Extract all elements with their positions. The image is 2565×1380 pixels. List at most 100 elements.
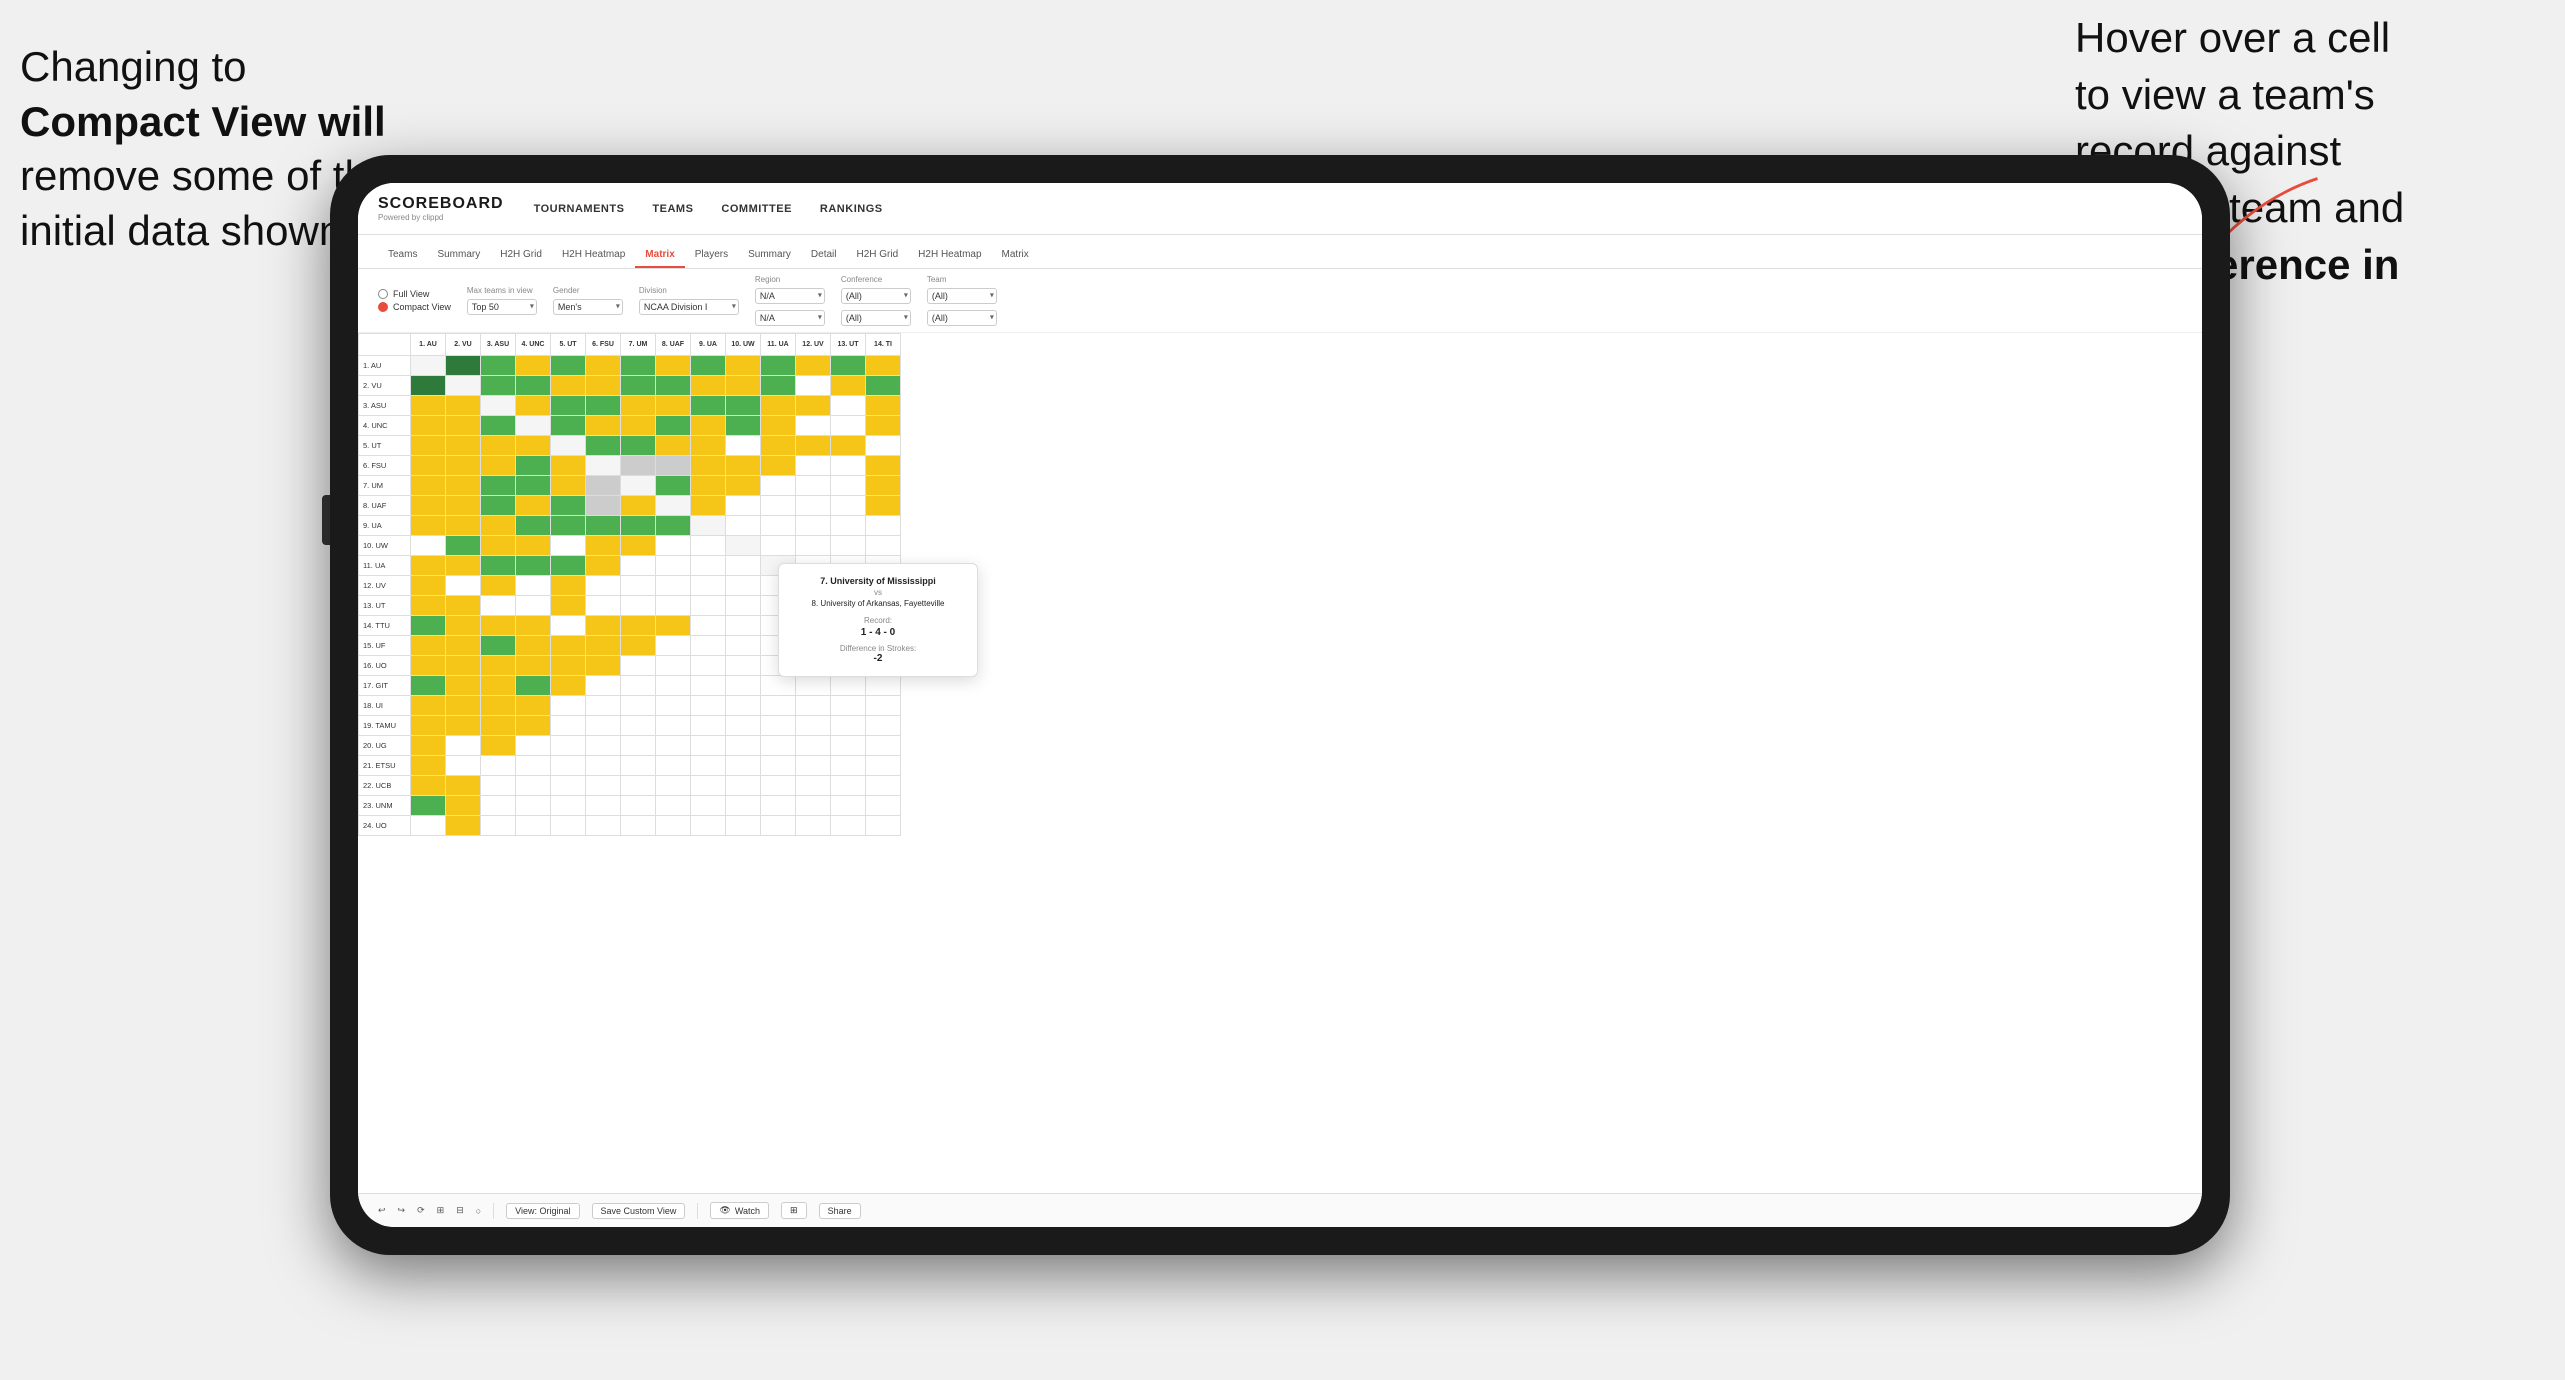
matrix-cell[interactable]: [446, 636, 481, 656]
matrix-cell[interactable]: [446, 816, 481, 836]
undo-button[interactable]: ↩: [378, 1205, 386, 1216]
matrix-cell[interactable]: [656, 796, 691, 816]
tab-h2h-heatmap-2[interactable]: H2H Heatmap: [908, 243, 991, 268]
max-teams-select[interactable]: Top 50: [467, 299, 537, 315]
matrix-cell[interactable]: [656, 436, 691, 456]
team-select-2[interactable]: (All): [927, 310, 997, 326]
matrix-cell[interactable]: [551, 396, 586, 416]
matrix-cell[interactable]: [446, 756, 481, 776]
matrix-cell[interactable]: [621, 556, 656, 576]
matrix-cell[interactable]: [551, 416, 586, 436]
matrix-cell[interactable]: [551, 616, 586, 636]
matrix-cell[interactable]: [586, 476, 621, 496]
matrix-cell[interactable]: [621, 736, 656, 756]
matrix-cell[interactable]: [691, 596, 726, 616]
tab-players[interactable]: Players: [685, 243, 738, 268]
matrix-cell[interactable]: [656, 356, 691, 376]
matrix-cell[interactable]: [411, 716, 446, 736]
matrix-cell[interactable]: [656, 616, 691, 636]
refresh-button[interactable]: ⟳: [417, 1205, 425, 1216]
matrix-cell[interactable]: [551, 716, 586, 736]
matrix-cell[interactable]: [586, 416, 621, 436]
matrix-cell[interactable]: [411, 516, 446, 536]
matrix-cell[interactable]: [411, 456, 446, 476]
matrix-cell[interactable]: [656, 716, 691, 736]
matrix-cell[interactable]: [726, 396, 761, 416]
matrix-cell[interactable]: [586, 656, 621, 676]
matrix-cell[interactable]: [656, 476, 691, 496]
matrix-cell[interactable]: [551, 496, 586, 516]
matrix-cell[interactable]: [866, 816, 901, 836]
matrix-cell[interactable]: [516, 716, 551, 736]
matrix-cell[interactable]: [761, 676, 796, 696]
matrix-cell[interactable]: [726, 536, 761, 556]
matrix-cell[interactable]: [866, 696, 901, 716]
matrix-cell[interactable]: [516, 656, 551, 676]
matrix-cell[interactable]: [866, 736, 901, 756]
matrix-cell[interactable]: [551, 436, 586, 456]
matrix-cell[interactable]: [446, 796, 481, 816]
matrix-cell[interactable]: [761, 536, 796, 556]
matrix-cell[interactable]: [656, 416, 691, 436]
matrix-cell[interactable]: [481, 356, 516, 376]
matrix-cell[interactable]: [481, 396, 516, 416]
matrix-cell[interactable]: [411, 476, 446, 496]
matrix-cell[interactable]: [551, 536, 586, 556]
matrix-cell[interactable]: [586, 576, 621, 596]
matrix-cell[interactable]: [446, 356, 481, 376]
matrix-cell[interactable]: [516, 416, 551, 436]
matrix-cell[interactable]: [411, 796, 446, 816]
matrix-cell[interactable]: [831, 716, 866, 736]
matrix-cell[interactable]: [866, 476, 901, 496]
matrix-cell[interactable]: [866, 516, 901, 536]
matrix-cell[interactable]: [411, 696, 446, 716]
matrix-cell[interactable]: [656, 376, 691, 396]
matrix-cell[interactable]: [866, 376, 901, 396]
matrix-cell[interactable]: [481, 596, 516, 616]
matrix-cell[interactable]: [481, 676, 516, 696]
matrix-cell[interactable]: [586, 496, 621, 516]
matrix-cell[interactable]: [621, 496, 656, 516]
matrix-cell[interactable]: [586, 616, 621, 636]
matrix-cell[interactable]: [446, 456, 481, 476]
matrix-cell[interactable]: [831, 396, 866, 416]
matrix-cell[interactable]: [831, 376, 866, 396]
matrix-cell[interactable]: [481, 576, 516, 596]
matrix-cell[interactable]: [621, 716, 656, 736]
matrix-cell[interactable]: [761, 376, 796, 396]
matrix-cell[interactable]: [481, 736, 516, 756]
matrix-cell[interactable]: [621, 616, 656, 636]
matrix-cell[interactable]: [516, 736, 551, 756]
matrix-cell[interactable]: [411, 496, 446, 516]
matrix-cell[interactable]: [726, 636, 761, 656]
matrix-cell[interactable]: [481, 516, 516, 536]
nav-committee[interactable]: COMMITTEE: [721, 203, 792, 215]
matrix-cell[interactable]: [586, 816, 621, 836]
matrix-cell[interactable]: [726, 456, 761, 476]
conference-select[interactable]: (All): [841, 288, 911, 304]
matrix-cell[interactable]: [446, 776, 481, 796]
matrix-cell[interactable]: [656, 676, 691, 696]
matrix-cell[interactable]: [551, 736, 586, 756]
matrix-cell[interactable]: [656, 816, 691, 836]
matrix-cell[interactable]: [761, 696, 796, 716]
matrix-cell[interactable]: [726, 676, 761, 696]
matrix-cell[interactable]: [656, 536, 691, 556]
matrix-cell[interactable]: [516, 636, 551, 656]
matrix-cell[interactable]: [551, 756, 586, 776]
matrix-cell[interactable]: [446, 676, 481, 696]
matrix-cell[interactable]: [481, 456, 516, 476]
matrix-cell[interactable]: [516, 696, 551, 716]
tab-teams[interactable]: Teams: [378, 243, 427, 268]
matrix-cell[interactable]: [691, 456, 726, 476]
matrix-cell[interactable]: [831, 356, 866, 376]
zoom-in-button[interactable]: ⊞: [437, 1205, 445, 1216]
matrix-cell[interactable]: [691, 356, 726, 376]
matrix-cell[interactable]: [411, 436, 446, 456]
matrix-cell[interactable]: [691, 476, 726, 496]
matrix-cell[interactable]: [691, 796, 726, 816]
matrix-cell[interactable]: [516, 796, 551, 816]
matrix-cell[interactable]: [481, 556, 516, 576]
matrix-cell[interactable]: [726, 696, 761, 716]
matrix-cell[interactable]: [866, 536, 901, 556]
